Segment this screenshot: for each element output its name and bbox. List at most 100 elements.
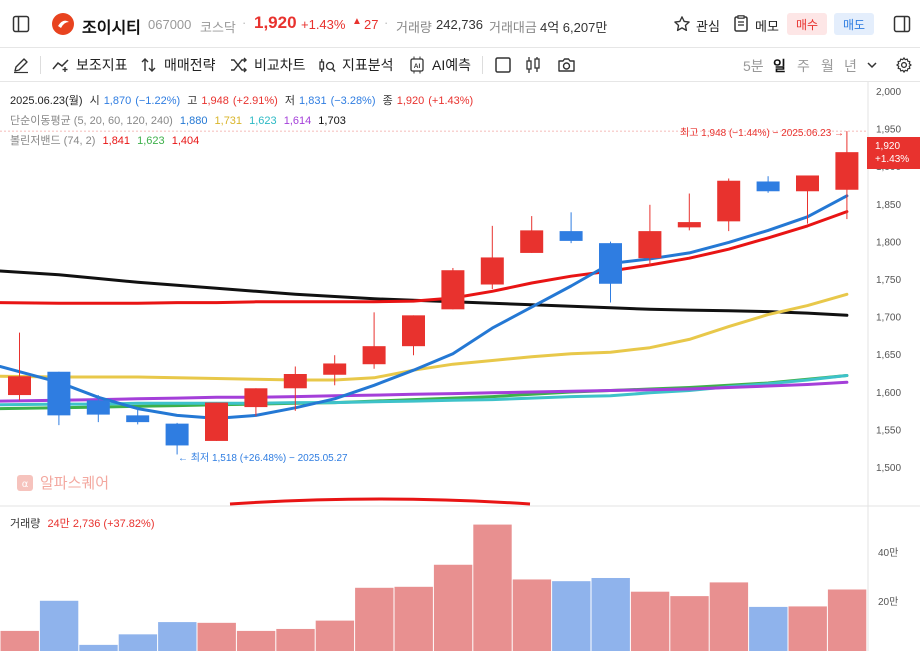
- volume-bar: [394, 586, 433, 651]
- ma-legend-label: 단순이동평균 (5, 20, 60, 120, 240): [10, 115, 173, 127]
- period-5min[interactable]: 5분: [743, 56, 764, 76]
- y-tick-label: 1,850: [876, 200, 901, 211]
- bb-upper-line: [0, 210, 849, 305]
- legend-open-pct: (−1.22%): [135, 95, 181, 107]
- legend-high-pct: (+2.91%): [232, 95, 278, 107]
- volume-tick-label: 20만: [878, 596, 898, 608]
- ma240-line: [0, 269, 849, 317]
- y-tick-label: 1,800: [876, 237, 901, 248]
- y-tick-label: 1,500: [876, 463, 901, 474]
- volume-legend-value: 24만 2,736 (+37.82%): [47, 518, 155, 530]
- memo-icon[interactable]: [732, 15, 750, 33]
- candle-body: [47, 371, 71, 416]
- toolbar-divider: [482, 56, 483, 74]
- pencil-icon[interactable]: [12, 56, 30, 74]
- candle-body: [756, 181, 780, 192]
- volume-bar: [433, 564, 473, 651]
- separator-dot: ·: [384, 15, 389, 30]
- candle-type-icon[interactable]: [524, 56, 542, 74]
- svg-text:AI: AI: [414, 63, 421, 70]
- indicators-label: 보조지표: [76, 57, 128, 73]
- candle-body: [86, 400, 110, 415]
- legend-low: 1,831: [299, 95, 327, 107]
- square-icon[interactable]: [494, 56, 512, 74]
- memo-button[interactable]: 메모: [755, 16, 779, 35]
- volume-bar: [552, 581, 591, 651]
- chart-toolbar: 보조지표 매매전략 비교차트 지표분석 AI AI예측 5분 일 주 월 년: [0, 48, 920, 82]
- amount-value: 4억 6,207만: [540, 20, 608, 35]
- chevron-down-icon[interactable]: [866, 58, 878, 72]
- candle-body: [677, 222, 701, 228]
- y-tick-label: 1,700: [876, 313, 901, 324]
- strategy-button[interactable]: 매매전략: [140, 48, 216, 82]
- volume-bar: [670, 596, 709, 651]
- ma60-value: 1,623: [249, 115, 277, 127]
- alphasquare-logo-icon: α: [16, 474, 34, 492]
- legend-close: 1,920: [396, 95, 425, 107]
- volume-bar: [473, 524, 512, 651]
- volume-bar: [591, 577, 630, 651]
- amount-label: 거래대금: [489, 20, 537, 35]
- ma-legend[interactable]: 단순이동평균 (5, 20, 60, 120, 240) 1,880 1,731…: [10, 112, 350, 128]
- ohlc-legend: 2025.06.23(월) 시 1,870 (−1.22%) 고 1,948 (+2.9…: [10, 92, 477, 108]
- ai-predict-label: AI예측: [432, 57, 471, 73]
- candle-body: [205, 402, 228, 441]
- volume-bar: [315, 620, 355, 651]
- candle-body: [244, 388, 268, 408]
- ai-predict-button[interactable]: AI AI예측: [408, 48, 471, 82]
- camera-icon[interactable]: [557, 56, 576, 74]
- candle-body: [520, 230, 544, 253]
- volume-bar: [827, 589, 867, 651]
- chart-area[interactable]: 2,0001,9501,9001,8501,8001,7501,7001,650…: [0, 82, 920, 651]
- candle-body: [835, 152, 859, 190]
- period-week[interactable]: 주: [797, 56, 810, 76]
- svg-text:α: α: [22, 479, 29, 490]
- legend-open-label: 시: [89, 95, 100, 107]
- watch-button[interactable]: 관심: [696, 16, 720, 35]
- candlestick-chart[interactable]: 2,0001,9501,9001,8501,8001,7501,7001,650…: [0, 82, 920, 651]
- low-annotation: ← 최저 1,518 (+26.48%) − 2025.05.27: [178, 453, 348, 464]
- candle-body: [323, 363, 347, 375]
- indicators-button[interactable]: 보조지표: [52, 48, 128, 82]
- bb-lower-value: 1,404: [171, 135, 200, 147]
- candle-body: [796, 175, 819, 192]
- candle-analysis-icon: [318, 57, 336, 73]
- legend-low-label: 저: [284, 95, 296, 107]
- candle-body: [126, 415, 150, 423]
- y-tick-label: 1,750: [876, 275, 901, 286]
- stock-name: 조이시티: [82, 20, 141, 37]
- volume-bar: [788, 606, 827, 651]
- buy-button[interactable]: 매수: [787, 13, 827, 35]
- shuffle-icon: [230, 57, 248, 73]
- star-icon[interactable]: [673, 15, 691, 33]
- candle-body: [402, 315, 425, 347]
- sidebar-toggle-icon[interactable]: [12, 15, 30, 33]
- watermark-text: 알파스퀘어: [40, 475, 110, 492]
- y-tick-label: 1,950: [876, 125, 901, 136]
- volume-legend: 거래량 24만 2,736 (+37.82%): [10, 515, 159, 531]
- period-month[interactable]: 월: [821, 56, 834, 76]
- ma20-value: 1,731: [214, 115, 243, 127]
- panel-toggle-icon[interactable]: [893, 15, 911, 33]
- legend-date: 2025.06.23(월): [10, 95, 83, 107]
- volume-bar: [236, 630, 276, 651]
- trade-arrows-icon: [140, 57, 158, 73]
- period-year[interactable]: 년: [844, 56, 857, 76]
- candle-body: [717, 180, 741, 222]
- volume-bar: [512, 579, 552, 651]
- sell-button[interactable]: 매도: [834, 13, 874, 35]
- volume-bar: [39, 600, 79, 651]
- bb-legend-label: 볼린저밴드 (74, 2): [10, 135, 96, 147]
- period-day[interactable]: 일: [773, 56, 786, 76]
- compare-button[interactable]: 비교차트: [230, 48, 306, 82]
- bb-legend[interactable]: 볼린저밴드 (74, 2) 1,841 1,623 1,404: [10, 132, 203, 148]
- volume-tick-label: 40만: [878, 547, 898, 559]
- volume-bar: [79, 644, 118, 651]
- analysis-button[interactable]: 지표분석: [318, 48, 394, 82]
- y-tick-label: 1,550: [876, 425, 901, 436]
- toolbar-divider: [40, 56, 41, 74]
- volume-value: 242,736: [436, 17, 483, 32]
- gear-icon[interactable]: [895, 56, 913, 74]
- candle-body: [599, 243, 622, 284]
- ai-chip-icon: AI: [408, 56, 426, 74]
